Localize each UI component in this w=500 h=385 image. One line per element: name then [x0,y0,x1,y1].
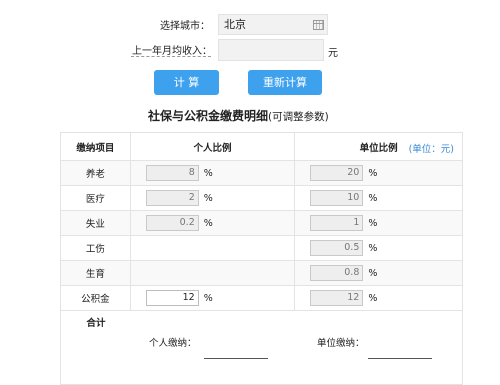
company-rate-medical: 10 [310,190,364,206]
company-rate-pension: 20 [310,165,364,181]
company-rate-unemployment: 1 [310,215,364,231]
company-rate-maternity: 0.8 [310,265,364,281]
city-value: 北京 [224,18,246,31]
item-unemployment: 失业 [60,210,131,236]
personal-total-value [204,358,268,359]
percent-sign: % [368,242,378,254]
table-row: 工伤 0.5 % [60,235,463,261]
header-company-label: 单位比例 [359,142,398,154]
percent-sign: % [368,217,378,229]
section-title: 社保与公积金缴费明细 [148,109,269,123]
income-label-underline [131,56,211,57]
section-heading: 社保与公积金缴费明细(可调整参数) [148,107,329,124]
personal-rate-unemployment: 0.2 [145,215,199,231]
percent-sign: % [203,292,213,304]
city-select[interactable]: 北京 [218,14,328,35]
header-personal: 个人比例 [129,132,296,161]
total-row: 合计 个人缴纳： 单位缴纳： [60,310,463,385]
personal-rate-injury-empty [129,235,296,261]
percent-sign: % [368,267,378,279]
unit-note: (单位：元) [408,144,454,155]
item-medical: 医疗 [60,185,131,211]
header-company: 单位比例 (单位：元) [294,132,463,161]
item-injury: 工伤 [60,235,131,261]
calculate-button[interactable]: 计 算 [154,70,219,95]
percent-sign: % [203,167,213,179]
percent-sign: % [368,167,378,179]
income-input[interactable] [218,39,324,61]
table-row: 失业 0.2 % 1 % [60,210,463,236]
income-unit: 元 [328,48,338,59]
percent-sign: % [368,192,378,204]
header-item: 缴纳项目 [60,132,131,161]
personal-rate-housing-fund-input[interactable]: 12 [145,290,199,306]
table-header-row: 缴纳项目 个人比例 单位比例 (单位：元) [60,132,463,161]
company-rate-housing-fund: 12 [310,290,364,306]
section-subtitle: (可调整参数) [268,111,329,123]
company-total-value [368,358,432,359]
table-row: 医疗 2 % 10 % [60,185,463,211]
contribution-table: 缴纳项目 个人比例 单位比例 (单位：元) 养老 8 % 20 % 医疗 2 %… [60,132,463,385]
percent-sign: % [203,192,213,204]
item-housing-fund: 公积金 [60,285,131,311]
personal-rate-maternity-empty [129,260,296,286]
company-rate-injury: 0.5 [310,240,364,256]
recalculate-button[interactable]: 重新计算 [248,70,322,95]
city-label: 选择城市： [160,21,210,32]
item-maternity: 生育 [60,260,131,286]
table-row: 养老 8 % 20 % [60,160,463,186]
percent-sign: % [368,292,378,304]
item-pension: 养老 [60,160,131,186]
personal-total-label: 个人缴纳： [149,338,197,349]
personal-rate-medical: 2 [145,190,199,206]
percent-sign: % [203,217,213,229]
table-row: 公积金 12 % 12 % [60,285,463,311]
calendar-icon[interactable] [313,20,324,30]
personal-rate-pension: 8 [145,165,199,181]
company-total-label: 单位缴纳： [317,338,365,349]
income-label: 上一年月均收入： [132,46,212,57]
table-row: 生育 0.8 % [60,260,463,286]
total-label: 合计 [86,318,106,329]
